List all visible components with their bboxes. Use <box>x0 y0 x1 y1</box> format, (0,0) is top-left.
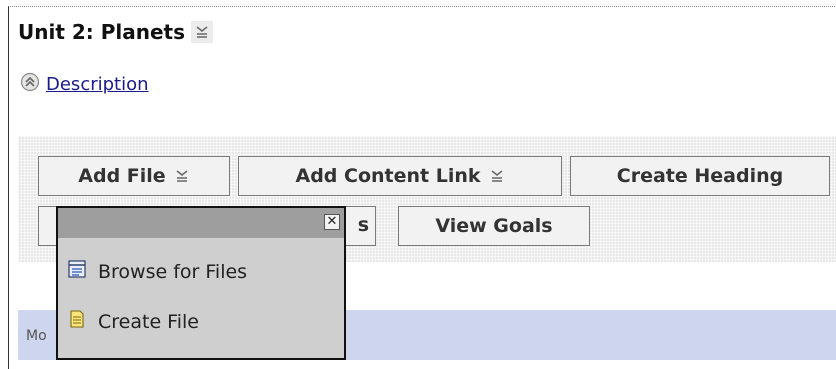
dropdown-menu-icon <box>174 168 190 184</box>
description-row: Description <box>20 72 149 96</box>
menu-item-browse-files[interactable]: Browse for Files <box>68 260 247 283</box>
collapse-up-icon[interactable] <box>20 72 40 96</box>
create-heading-button[interactable]: Create Heading <box>570 156 830 196</box>
close-icon[interactable]: ✕ <box>324 214 340 230</box>
hidden-button-label: s <box>357 214 369 236</box>
create-file-icon <box>68 310 86 333</box>
menu-item-label: Create File <box>98 310 199 333</box>
description-link[interactable]: Description <box>46 74 149 95</box>
table-header-label: Mo <box>26 328 47 344</box>
add-content-link-label: Add Content Link <box>295 165 481 187</box>
add-file-menu: ✕ Browse for Files Create File <box>56 206 346 360</box>
page-title: Unit 2: Planets <box>18 20 186 44</box>
add-file-button[interactable]: Add File <box>38 156 230 196</box>
add-file-label: Add File <box>78 165 166 187</box>
browse-files-icon <box>68 260 86 283</box>
menu-item-create-file[interactable]: Create File <box>68 310 199 333</box>
menu-title-bar: ✕ <box>58 208 344 238</box>
menu-item-label: Browse for Files <box>98 260 248 283</box>
create-heading-label: Create Heading <box>616 165 784 187</box>
unit-title-row: Unit 2: Planets <box>18 20 214 44</box>
add-content-link-button[interactable]: Add Content Link <box>238 156 562 196</box>
title-menu-icon[interactable] <box>191 21 214 43</box>
view-goals-button[interactable]: View Goals <box>398 206 590 246</box>
view-goals-label: View Goals <box>435 215 553 237</box>
dropdown-menu-icon <box>489 168 505 184</box>
